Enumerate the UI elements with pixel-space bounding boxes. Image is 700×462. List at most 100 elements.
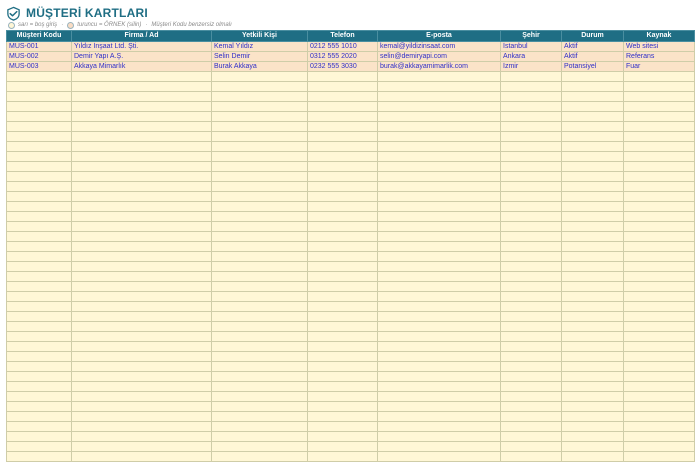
empty-cell[interactable] bbox=[623, 261, 695, 272]
empty-cell[interactable] bbox=[307, 271, 378, 282]
empty-cell[interactable] bbox=[561, 321, 624, 332]
table-cell[interactable]: Web sitesi bbox=[623, 41, 695, 52]
empty-cell[interactable] bbox=[623, 81, 695, 92]
empty-cell[interactable] bbox=[377, 411, 501, 422]
empty-cell[interactable] bbox=[211, 211, 308, 222]
empty-cell[interactable] bbox=[500, 301, 562, 312]
empty-cell[interactable] bbox=[307, 411, 378, 422]
empty-cell[interactable] bbox=[211, 141, 308, 152]
empty-cell[interactable] bbox=[6, 181, 72, 192]
empty-cell[interactable] bbox=[377, 391, 501, 402]
empty-cell[interactable] bbox=[561, 141, 624, 152]
table-cell[interactable]: MUS-001 bbox=[6, 41, 72, 52]
empty-cell[interactable] bbox=[307, 181, 378, 192]
empty-cell[interactable] bbox=[500, 451, 562, 462]
empty-cell[interactable] bbox=[71, 271, 212, 282]
table-cell[interactable]: Burak Akkaya bbox=[211, 61, 308, 72]
empty-cell[interactable] bbox=[71, 161, 212, 172]
empty-cell[interactable] bbox=[623, 291, 695, 302]
empty-cell[interactable] bbox=[377, 371, 501, 382]
empty-cell[interactable] bbox=[377, 201, 501, 212]
empty-cell[interactable] bbox=[561, 251, 624, 262]
empty-cell[interactable] bbox=[6, 311, 72, 322]
empty-cell[interactable] bbox=[623, 421, 695, 432]
empty-cell[interactable] bbox=[377, 281, 501, 292]
table-cell[interactable]: selin@demiryapi.com bbox=[377, 51, 501, 62]
empty-cell[interactable] bbox=[561, 421, 624, 432]
empty-cell[interactable] bbox=[561, 131, 624, 142]
empty-cell[interactable] bbox=[307, 211, 378, 222]
empty-cell[interactable] bbox=[307, 321, 378, 332]
empty-cell[interactable] bbox=[71, 141, 212, 152]
empty-cell[interactable] bbox=[377, 231, 501, 242]
empty-cell[interactable] bbox=[377, 111, 501, 122]
empty-cell[interactable] bbox=[623, 211, 695, 222]
empty-cell[interactable] bbox=[500, 71, 562, 82]
empty-cell[interactable] bbox=[211, 81, 308, 92]
empty-cell[interactable] bbox=[211, 291, 308, 302]
empty-cell[interactable] bbox=[307, 71, 378, 82]
empty-cell[interactable] bbox=[307, 391, 378, 402]
table-cell[interactable]: Kemal Yıldız bbox=[211, 41, 308, 52]
empty-cell[interactable] bbox=[307, 131, 378, 142]
empty-cell[interactable] bbox=[500, 131, 562, 142]
empty-cell[interactable] bbox=[623, 131, 695, 142]
empty-cell[interactable] bbox=[500, 151, 562, 162]
empty-cell[interactable] bbox=[561, 181, 624, 192]
empty-cell[interactable] bbox=[211, 101, 308, 112]
empty-cell[interactable] bbox=[211, 441, 308, 452]
empty-cell[interactable] bbox=[561, 191, 624, 202]
empty-cell[interactable] bbox=[211, 91, 308, 102]
empty-cell[interactable] bbox=[71, 401, 212, 412]
empty-cell[interactable] bbox=[561, 91, 624, 102]
table-cell[interactable]: İstanbul bbox=[500, 41, 562, 52]
empty-cell[interactable] bbox=[211, 391, 308, 402]
empty-cell[interactable] bbox=[307, 251, 378, 262]
empty-cell[interactable] bbox=[6, 301, 72, 312]
empty-cell[interactable] bbox=[307, 351, 378, 362]
empty-cell[interactable] bbox=[211, 401, 308, 412]
empty-cell[interactable] bbox=[561, 281, 624, 292]
empty-cell[interactable] bbox=[6, 391, 72, 402]
empty-cell[interactable] bbox=[71, 331, 212, 342]
empty-cell[interactable] bbox=[623, 331, 695, 342]
empty-cell[interactable] bbox=[307, 361, 378, 372]
empty-cell[interactable] bbox=[6, 401, 72, 412]
empty-cell[interactable] bbox=[211, 121, 308, 132]
empty-cell[interactable] bbox=[307, 301, 378, 312]
empty-cell[interactable] bbox=[623, 251, 695, 262]
empty-cell[interactable] bbox=[377, 351, 501, 362]
empty-cell[interactable] bbox=[6, 151, 72, 162]
empty-cell[interactable] bbox=[71, 221, 212, 232]
empty-cell[interactable] bbox=[500, 101, 562, 112]
empty-cell[interactable] bbox=[211, 411, 308, 422]
empty-cell[interactable] bbox=[500, 431, 562, 442]
empty-cell[interactable] bbox=[6, 201, 72, 212]
empty-cell[interactable] bbox=[211, 271, 308, 282]
empty-cell[interactable] bbox=[500, 341, 562, 352]
empty-cell[interactable] bbox=[71, 411, 212, 422]
table-cell[interactable]: Aktif bbox=[561, 41, 624, 52]
empty-cell[interactable] bbox=[307, 201, 378, 212]
empty-cell[interactable] bbox=[500, 281, 562, 292]
empty-cell[interactable] bbox=[500, 161, 562, 172]
empty-cell[interactable] bbox=[307, 331, 378, 342]
empty-cell[interactable] bbox=[500, 251, 562, 262]
empty-cell[interactable] bbox=[561, 211, 624, 222]
empty-cell[interactable] bbox=[71, 291, 212, 302]
empty-cell[interactable] bbox=[71, 321, 212, 332]
empty-cell[interactable] bbox=[71, 231, 212, 242]
empty-cell[interactable] bbox=[307, 381, 378, 392]
empty-cell[interactable] bbox=[211, 351, 308, 362]
empty-cell[interactable] bbox=[6, 161, 72, 172]
empty-cell[interactable] bbox=[561, 411, 624, 422]
empty-cell[interactable] bbox=[211, 201, 308, 212]
table-cell[interactable]: 0312 555 2020 bbox=[307, 51, 378, 62]
empty-cell[interactable] bbox=[561, 391, 624, 402]
empty-cell[interactable] bbox=[307, 161, 378, 172]
empty-cell[interactable] bbox=[377, 441, 501, 452]
empty-cell[interactable] bbox=[623, 161, 695, 172]
empty-cell[interactable] bbox=[500, 421, 562, 432]
empty-cell[interactable] bbox=[377, 331, 501, 342]
empty-cell[interactable] bbox=[307, 91, 378, 102]
